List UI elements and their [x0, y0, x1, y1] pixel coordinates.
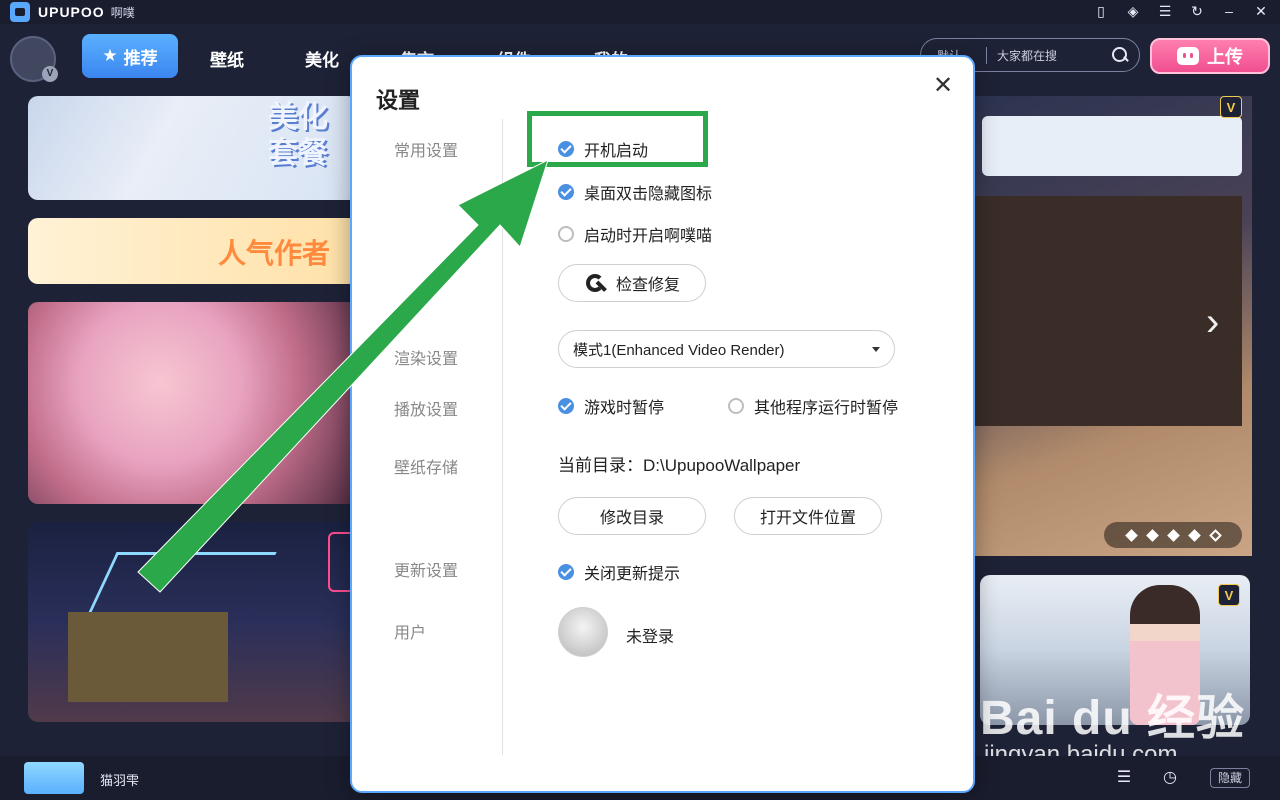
- minimize-icon[interactable]: –: [1220, 2, 1238, 20]
- option-label: 关闭更新提示: [584, 566, 681, 583]
- nav-tab-wallpaper[interactable]: 壁纸: [210, 46, 244, 71]
- wallpaper-card[interactable]: 人气作者: [28, 218, 358, 284]
- hero-art: [982, 116, 1242, 176]
- close-icon[interactable]: ✕: [1252, 2, 1270, 20]
- card-title: 美化 套餐: [268, 101, 328, 170]
- section-render[interactable]: 渲染设置: [394, 345, 458, 369]
- app-logo-icon: [10, 2, 30, 22]
- card-title: 人气作者: [218, 238, 331, 269]
- watermark: Bai du 经验: [980, 692, 1246, 745]
- refresh-icon[interactable]: ↻: [1188, 2, 1206, 20]
- section-update[interactable]: 更新设置: [394, 557, 458, 581]
- section-playback[interactable]: 播放设置: [394, 396, 458, 420]
- highlight-box: [527, 111, 708, 167]
- carousel-dot-active[interactable]: [1208, 528, 1222, 542]
- login-status[interactable]: 未登录: [626, 623, 674, 647]
- section-general[interactable]: 常用设置: [394, 137, 458, 161]
- user-avatar[interactable]: [558, 607, 608, 657]
- upload-label: 上传: [1207, 47, 1243, 67]
- wallpaper-card[interactable]: [28, 522, 358, 722]
- diamond-icon[interactable]: ◈: [1124, 2, 1142, 20]
- wallpaper-card[interactable]: [28, 302, 358, 504]
- option-label: 其他程序运行时暂停: [754, 400, 899, 417]
- chevron-right-icon[interactable]: ›: [1206, 300, 1219, 345]
- checkbox-checked-icon[interactable]: [558, 398, 574, 414]
- history-icon[interactable]: ◷: [1160, 768, 1180, 788]
- checkbox-checked-icon[interactable]: [558, 184, 574, 200]
- change-directory-button[interactable]: 修改目录: [558, 497, 706, 535]
- carousel-dots: [1104, 522, 1242, 548]
- star-icon: ★: [102, 46, 118, 65]
- nav-tab-beautify[interactable]: 美化: [305, 46, 339, 71]
- render-mode-value: 模式1(Enhanced Video Render): [573, 341, 785, 359]
- search-input[interactable]: 大家都在搜: [997, 47, 1111, 64]
- chevron-down-icon: [872, 347, 880, 352]
- current-directory-label: 当前目录：: [558, 456, 643, 475]
- option-label: 桌面双击隐藏图标: [584, 186, 713, 203]
- checkbox-unchecked-icon[interactable]: [558, 226, 574, 242]
- option-pause-game[interactable]: 游戏时暂停: [558, 394, 664, 418]
- option-label: 启动时开启啊噗喵: [584, 228, 713, 245]
- vip-badge-icon: V: [42, 66, 58, 82]
- app-name: UPUPOO: [38, 4, 105, 20]
- current-wallpaper-thumb[interactable]: [24, 762, 84, 794]
- carousel-dot[interactable]: [1124, 528, 1138, 542]
- upload-button[interactable]: 上传: [1150, 38, 1270, 74]
- menu-icon[interactable]: ☰: [1156, 2, 1174, 20]
- upload-icon: [1177, 47, 1199, 65]
- vip-badge-icon: V: [1218, 584, 1240, 606]
- option-double-click-hide[interactable]: 桌面双击隐藏图标: [558, 180, 712, 204]
- wallpaper-card[interactable]: 美化 套餐: [28, 96, 358, 200]
- playlist-icon[interactable]: ☰: [1114, 768, 1134, 788]
- nav-tab-recommend[interactable]: ★ 推荐: [82, 34, 178, 78]
- divider: [502, 119, 503, 755]
- current-directory: 当前目录：D:\UpupooWallpaper: [558, 451, 800, 476]
- option-close-update[interactable]: 关闭更新提示: [558, 560, 680, 584]
- carousel-dot[interactable]: [1166, 528, 1180, 542]
- check-repair-button[interactable]: 检查修复: [558, 264, 706, 302]
- search-icon[interactable]: [1111, 46, 1129, 64]
- phone-icon[interactable]: ▯: [1092, 2, 1110, 20]
- app-subtitle: 啊噗: [110, 5, 135, 20]
- user-avatar[interactable]: V: [10, 36, 58, 82]
- option-pause-other[interactable]: 其他程序运行时暂停: [728, 394, 898, 418]
- render-mode-select[interactable]: 模式1(Enhanced Video Render): [558, 330, 895, 368]
- section-storage[interactable]: 壁纸存储: [394, 454, 458, 478]
- title-bar: UPUPOO 啊噗 ▯ ◈ ☰ ↻ – ✕: [0, 0, 1280, 24]
- window-controls: ▯ ◈ ☰ ↻ – ✕: [1092, 2, 1270, 20]
- current-wallpaper-name: 猫羽雫: [100, 773, 140, 788]
- checkbox-unchecked-icon[interactable]: [728, 398, 744, 414]
- carousel-dot[interactable]: [1145, 528, 1159, 542]
- vip-badge-icon: V: [1220, 96, 1242, 118]
- dialog-title: 设置: [376, 88, 421, 113]
- current-directory-value: D:\UpupooWallpaper: [643, 456, 801, 475]
- checkbox-checked-icon[interactable]: [558, 564, 574, 580]
- close-icon[interactable]: ✕: [932, 74, 954, 98]
- option-label: 游戏时暂停: [584, 400, 665, 417]
- check-repair-label: 检查修复: [615, 277, 680, 294]
- wrench-icon: [584, 272, 606, 294]
- nav-tab-label: 推荐: [123, 48, 158, 68]
- hero-art: [972, 196, 1242, 426]
- option-open-on-start[interactable]: 启动时开启啊噗喵: [558, 222, 712, 246]
- card-art: [68, 612, 228, 702]
- open-location-button[interactable]: 打开文件位置: [734, 497, 882, 535]
- section-user[interactable]: 用户: [394, 619, 426, 643]
- hide-button[interactable]: 隐藏: [1210, 768, 1250, 788]
- carousel-dot[interactable]: [1187, 528, 1201, 542]
